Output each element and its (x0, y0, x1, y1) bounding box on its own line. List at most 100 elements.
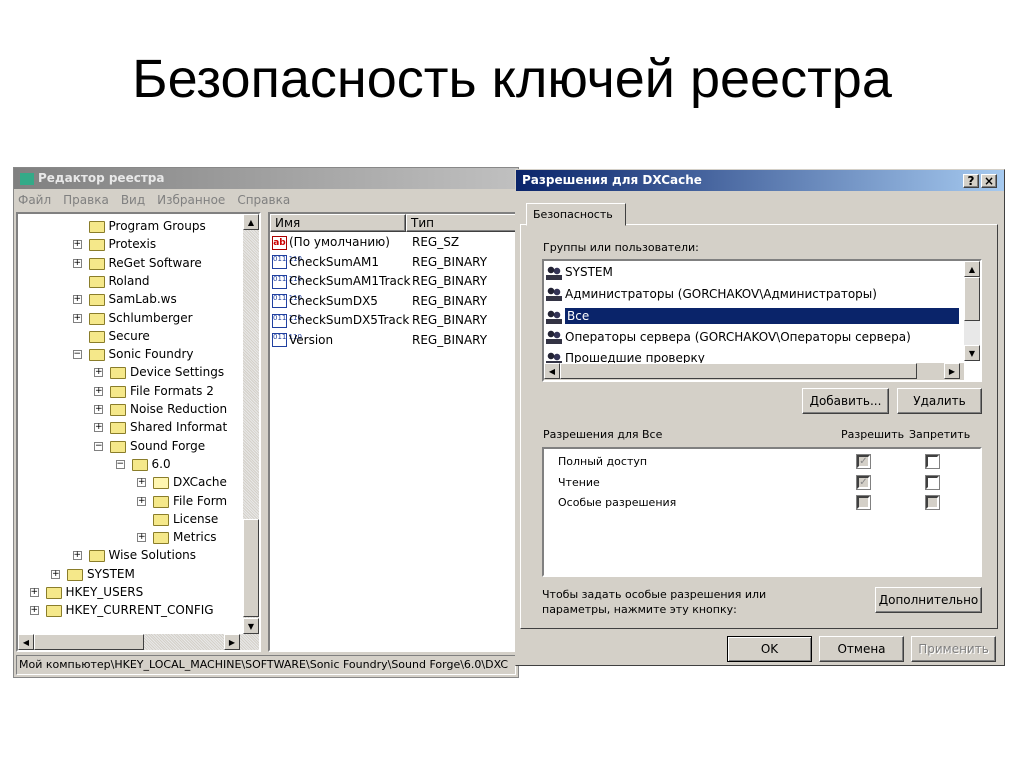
deny-checkbox[interactable] (925, 474, 940, 490)
users-scroll-thumb[interactable] (964, 277, 980, 321)
scroll-right-button[interactable]: ▶ (224, 634, 240, 650)
cancel-button[interactable]: Отмена (819, 636, 904, 662)
tree-item[interactable]: − 6.0 (18, 456, 243, 474)
collapse-icon[interactable]: − (94, 441, 103, 451)
expand-icon[interactable]: + (72, 551, 82, 561)
scroll-thumb[interactable] (243, 519, 259, 617)
expand-icon[interactable]: + (94, 386, 103, 396)
expand-icon[interactable]: + (29, 588, 39, 597)
user-item[interactable]: SYSTEM (546, 262, 962, 282)
tree-item[interactable]: + SYSTEM (18, 566, 243, 584)
tree-item[interactable]: − Sound Forge (18, 438, 243, 456)
scroll-left-button[interactable]: ◀ (18, 634, 34, 650)
allow-checkbox[interactable] (856, 495, 871, 510)
users-scroll-up[interactable]: ▲ (964, 261, 980, 277)
tab-security[interactable]: Безопасность (526, 203, 626, 226)
allow-checkbox[interactable]: ✓ (856, 474, 871, 490)
tree-item[interactable]: Roland (18, 273, 243, 291)
ok-button[interactable]: OK (727, 636, 812, 662)
menu-item[interactable]: Файл (18, 193, 51, 207)
value-row[interactable]: 011 110Version REG_BINARY (272, 332, 512, 347)
expand-icon[interactable]: + (94, 423, 103, 433)
tree-vscrollbar[interactable]: ▲ ▼ (243, 214, 259, 634)
allow-checkbox[interactable]: ✓ (856, 454, 871, 469)
tree-item[interactable]: − Sonic Foundry (18, 346, 243, 364)
menu-item[interactable]: Избранное (157, 193, 225, 207)
tree-item[interactable]: + Protexis (18, 236, 243, 254)
binary-value-icon: 011 110 (272, 333, 302, 347)
tree-item[interactable]: + File Formats 2 (18, 383, 243, 401)
menu-item[interactable]: Правка (63, 193, 109, 207)
tree-item[interactable]: + Noise Reduction (18, 401, 243, 419)
folder-icon (67, 568, 83, 581)
scroll-up-button[interactable]: ▲ (243, 214, 259, 230)
help-button[interactable]: ? (963, 174, 979, 188)
expand-icon[interactable]: + (94, 368, 103, 378)
value-row[interactable]: 011 110CheckSumDX5 REG_BINARY (272, 293, 512, 308)
tree-item[interactable]: + ReGet Software (18, 255, 243, 273)
value-row[interactable]: ab (По умолчанию) REG_SZ (272, 235, 512, 250)
status-bar: Мой компьютер\HKEY_LOCAL_MACHINE\SOFTWAR… (16, 655, 516, 675)
tree-item[interactable]: + File Form (18, 493, 243, 511)
expand-icon[interactable]: + (137, 533, 146, 543)
tree-item[interactable]: + Shared Informat (18, 419, 243, 437)
value-name: CheckSumDX5 (289, 293, 378, 308)
expand-icon[interactable]: + (94, 405, 103, 414)
collapse-icon[interactable]: − (72, 350, 82, 360)
tree-item[interactable]: Program Groups (18, 218, 243, 236)
expand-icon[interactable]: + (137, 478, 146, 488)
expand-icon[interactable]: + (51, 569, 60, 579)
expand-icon[interactable]: + (72, 295, 82, 305)
value-type: REG_BINARY (412, 332, 488, 347)
tree-item[interactable]: + Metrics (18, 529, 243, 547)
expand-icon[interactable]: + (72, 258, 82, 268)
tree-item[interactable]: + Wise Solutions (18, 547, 243, 565)
expand-icon[interactable]: + (29, 606, 39, 616)
remove-button[interactable]: Удалить (897, 388, 982, 414)
tree-item[interactable]: License (18, 511, 243, 529)
user-item[interactable]: Операторы сервера (GORCHAKOV\Операторы с… (546, 327, 962, 347)
apply-button[interactable]: Применить (911, 636, 996, 662)
expand-icon[interactable]: + (72, 240, 82, 250)
users-scroll-right[interactable]: ▶ (944, 363, 960, 379)
expand-icon[interactable]: + (72, 313, 82, 323)
value-row[interactable]: 011 110CheckSumAM1Track REG_BINARY (272, 274, 512, 289)
value-row[interactable]: 011 110CheckSumDX5Track REG_BINARY (272, 313, 512, 328)
users-vscrollbar[interactable]: ▲ ▼ (964, 261, 980, 361)
add-button[interactable]: Добавить... (802, 388, 889, 414)
users-hscrollbar[interactable]: ◀ ▶ (544, 363, 964, 380)
users-scroll-down[interactable]: ▼ (964, 345, 980, 361)
tree-item[interactable]: + SamLab.ws (18, 291, 243, 309)
user-item[interactable]: Все (546, 305, 962, 325)
user-item[interactable]: Администраторы (GORCHAKOV\Администраторы… (546, 284, 962, 304)
value-row[interactable]: 011 110CheckSumAM1 REG_BINARY (272, 255, 512, 269)
expand-icon[interactable]: + (137, 496, 146, 506)
tree-item[interactable]: + HKEY_USERS (18, 584, 243, 602)
folder-icon (88, 239, 105, 252)
hscroll-thumb[interactable] (34, 634, 144, 650)
scroll-down-button[interactable]: ▼ (243, 618, 259, 634)
users-hscroll-thumb[interactable] (560, 363, 917, 379)
user-label: Администраторы (GORCHAKOV\Администраторы… (565, 286, 877, 301)
deny-checkbox[interactable] (925, 495, 940, 510)
folder-icon (153, 532, 169, 545)
tree-item[interactable]: + Schlumberger (18, 310, 243, 328)
column-header-type[interactable]: Тип (406, 214, 518, 232)
column-header-name[interactable]: Имя (270, 214, 406, 232)
folder-icon (153, 495, 169, 508)
collapse-icon[interactable]: − (115, 459, 125, 469)
tree-item-label: Shared Informat (130, 420, 228, 435)
regedit-titlebar[interactable]: Редактор реестра (14, 168, 518, 189)
menu-item[interactable]: Справка (237, 193, 290, 207)
tree-item[interactable]: + HKEY_CURRENT_CONFIG (18, 602, 243, 620)
menu-item[interactable]: Вид (121, 193, 145, 207)
advanced-button[interactable]: Дополнительно (875, 587, 982, 613)
dialog-titlebar[interactable]: Разрешения для DXCache (516, 170, 1004, 191)
users-scroll-left[interactable]: ◀ (544, 363, 560, 379)
deny-checkbox[interactable] (925, 454, 940, 469)
tree-item[interactable]: + DXCache (18, 474, 243, 492)
tree-item[interactable]: Secure (18, 328, 243, 346)
tree-hscrollbar[interactable]: ◀ ▶ (18, 634, 259, 650)
tree-item[interactable]: + Device Settings (18, 364, 243, 382)
close-button[interactable]: × (981, 174, 997, 188)
